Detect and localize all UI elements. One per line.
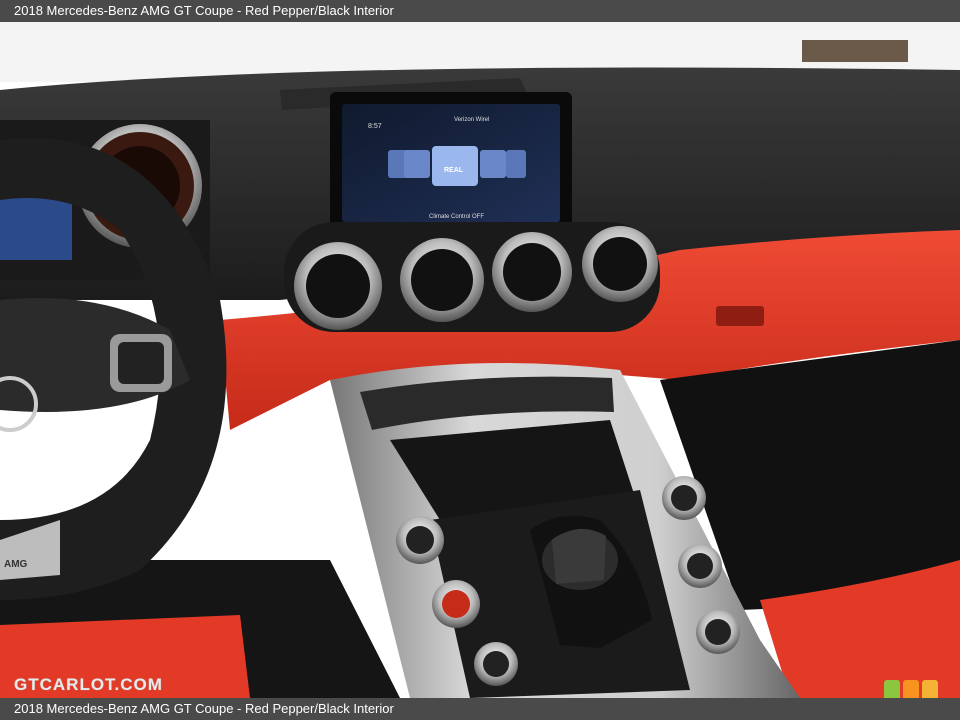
screen-selected-tile (432, 146, 478, 186)
air-vent (294, 242, 382, 330)
console-button[interactable] (432, 580, 480, 628)
gtcarlot-logo (884, 680, 938, 698)
screen-mode: REAL (444, 167, 464, 174)
page-title-bar: 2018 Mercedes-Benz AMG GT Coupe - Red Pe… (0, 0, 960, 22)
interior-photo: 8:57 Verizon Wirel REAL Climate Control … (0, 22, 960, 698)
window-sticker (802, 40, 908, 62)
caption-bar: 2018 Mercedes-Benz AMG GT Coupe - Red Pe… (0, 698, 960, 720)
screen-status: Climate Control OFF (429, 214, 484, 220)
page-title: 2018 Mercedes-Benz AMG GT Coupe - Red Pe… (14, 3, 394, 18)
air-vent (582, 226, 658, 302)
air-vent (400, 238, 484, 322)
steering-control-buttons[interactable] (110, 334, 172, 392)
screen-radio: Verizon Wirel (454, 117, 489, 123)
console-button[interactable] (662, 476, 706, 520)
steering-badge: AMG (4, 559, 28, 570)
logo-block-yellow (922, 680, 938, 698)
caption: 2018 Mercedes-Benz AMG GT Coupe - Red Pe… (14, 701, 394, 716)
air-vents (284, 222, 660, 332)
console-button[interactable] (696, 610, 740, 654)
console-button[interactable] (396, 516, 444, 564)
screen-time: 8:57 (368, 123, 382, 130)
watermark: GTCARLOT.COM (14, 675, 163, 694)
air-vent (492, 232, 572, 312)
logo-block-green (884, 680, 900, 698)
console-button[interactable] (474, 642, 518, 686)
logo-block-orange (903, 680, 919, 698)
console-button[interactable] (678, 544, 722, 588)
glovebox-handle (716, 306, 764, 326)
